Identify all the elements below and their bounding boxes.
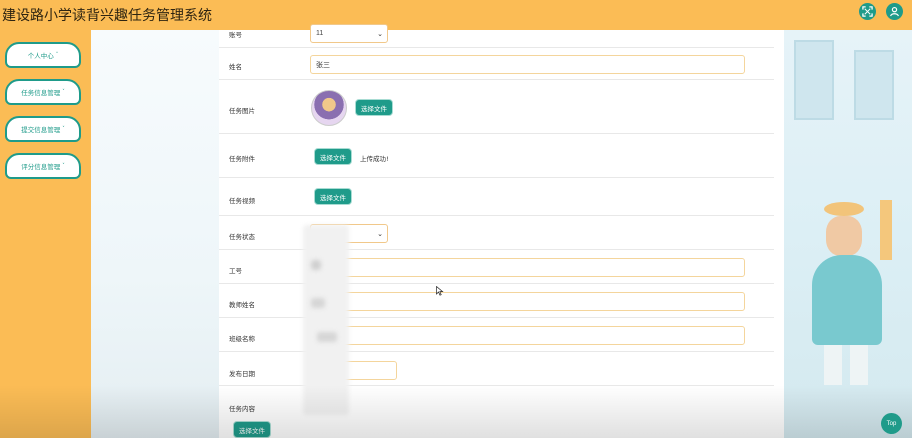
task-status-label: 任务状态 — [229, 233, 255, 241]
sidebar-item-label: 个人中心 — [27, 52, 54, 60]
person-head — [826, 216, 862, 256]
form-row-name: 姓名 张三 — [219, 48, 774, 80]
sidebar-item-task-info[interactable]: 任务信息管理 ˅ — [5, 79, 81, 105]
person-body — [812, 255, 882, 345]
name-input[interactable]: 张三 — [310, 55, 745, 74]
chevron-down-icon: ⌄ — [377, 30, 383, 38]
fullscreen-button[interactable] — [859, 3, 876, 20]
form-row-account: 账号 11 ⌄ — [219, 24, 774, 48]
upload-status-text: 上传成功! — [360, 155, 389, 163]
sidebar: 个人中心 ˅ 任务信息管理 ˅ 提交信息管理 ˅ 评分信息管理 ˅ — [0, 30, 91, 438]
employee-id-label: 工号 — [229, 267, 242, 275]
publish-date-label: 发布日期 — [229, 370, 255, 378]
sign-decoration — [880, 200, 892, 260]
window-decoration — [854, 50, 894, 120]
teacher-name-input[interactable] — [310, 292, 745, 311]
task-video-choose-file-button[interactable]: 选择文件 — [314, 188, 352, 205]
app-header: 建设路小学读背兴趣任务管理系统 — [0, 0, 912, 30]
class-name-input[interactable] — [310, 326, 745, 345]
teacher-name-label: 教师姓名 — [229, 301, 255, 309]
name-label: 姓名 — [229, 63, 242, 71]
task-image-label: 任务图片 — [229, 107, 255, 115]
sidebar-item-rating-info[interactable]: 评分信息管理 ˅ — [5, 153, 81, 179]
form-row-task-image: 任务图片 — [219, 80, 774, 134]
name-value: 张三 — [316, 60, 330, 69]
chevron-down-icon: ˅ — [62, 126, 65, 132]
app-title: 建设路小学读背兴趣任务管理系统 — [2, 8, 212, 24]
user-icon — [890, 6, 899, 17]
task-video-label: 任务视频 — [229, 197, 255, 205]
background-illustration — [784, 30, 912, 438]
sidebar-item-personal-center[interactable]: 个人中心 ˅ — [5, 42, 81, 68]
person-leg — [850, 345, 868, 385]
employee-id-input[interactable] — [310, 258, 745, 277]
fullscreen-icon — [862, 6, 873, 17]
redaction-blur — [317, 332, 337, 342]
account-select[interactable]: 11 ⌄ — [310, 24, 388, 43]
redaction-blur — [303, 225, 349, 415]
redaction-blur — [311, 260, 321, 270]
sidebar-item-label: 评分信息管理 — [21, 163, 61, 171]
chevron-down-icon: ˅ — [55, 52, 59, 58]
task-image-preview — [311, 90, 347, 126]
form-row-task-video: 任务视频 选择文件 — [219, 178, 774, 216]
chevron-down-icon: ˅ — [62, 89, 65, 95]
hat-decoration — [824, 202, 864, 216]
task-content-label: 任务内容 — [229, 405, 255, 413]
account-label: 账号 — [229, 31, 242, 39]
background-left — [91, 30, 219, 438]
sidebar-item-label: 提交信息管理 — [21, 126, 61, 134]
person-leg — [824, 345, 842, 385]
sidebar-item-submission-info[interactable]: 提交信息管理 ˅ — [5, 116, 81, 142]
form-row-task-attachment: 任务附件 选择文件 上传成功! — [219, 134, 774, 178]
back-to-top-button[interactable]: Top — [881, 413, 902, 434]
redaction-blur — [311, 298, 325, 308]
user-button[interactable] — [886, 3, 903, 20]
task-image-choose-file-button[interactable]: 选择文件 — [355, 99, 393, 116]
class-name-label: 班级名称 — [229, 335, 255, 343]
window-decoration — [794, 40, 834, 120]
chevron-down-icon: ⌄ — [377, 230, 383, 238]
chevron-down-icon: ˅ — [62, 163, 65, 169]
account-value: 11 — [316, 30, 324, 37]
mouse-cursor-icon — [436, 286, 444, 296]
sidebar-item-label: 任务信息管理 — [21, 89, 61, 97]
task-attachment-label: 任务附件 — [229, 155, 255, 163]
form-panel: 账号 11 ⌄ 姓名 张三 任务图片 选择文件 任务附件 选择文件 上传成功! … — [219, 24, 784, 438]
task-content-choose-file-button[interactable]: 选择文件 — [233, 421, 271, 438]
task-attachment-choose-file-button[interactable]: 选择文件 — [314, 148, 352, 165]
